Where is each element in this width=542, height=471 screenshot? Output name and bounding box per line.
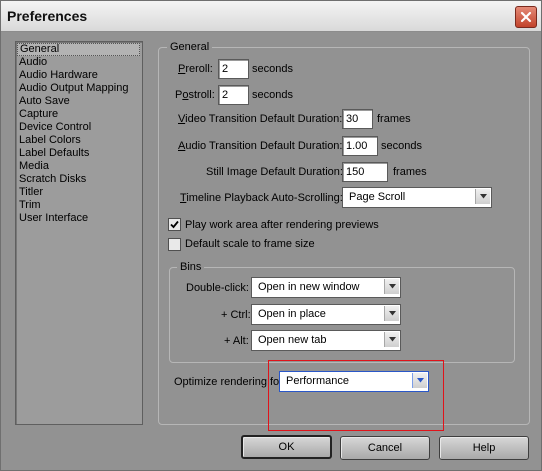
general-legend: General: [167, 41, 213, 53]
annotation-highlight: [268, 360, 444, 431]
close-icon: [520, 11, 532, 23]
category-item[interactable]: Label Defaults: [16, 147, 142, 160]
close-button[interactable]: [515, 6, 537, 28]
preroll-label: Preroll:: [178, 63, 213, 75]
video-transition-input[interactable]: 30: [342, 109, 373, 129]
postroll-label: Postroll:: [175, 89, 215, 101]
category-item[interactable]: Audio: [16, 56, 142, 69]
category-item[interactable]: Scratch Disks: [16, 173, 142, 186]
default-scale-label: Default scale to frame size: [185, 238, 315, 250]
category-item[interactable]: Device Control: [16, 121, 142, 134]
chevron-down-icon[interactable]: [475, 189, 490, 204]
category-item[interactable]: Trim: [16, 199, 142, 212]
ctrl-select[interactable]: Open in place: [251, 304, 401, 325]
still-image-unit: frames: [393, 166, 427, 178]
category-item[interactable]: Media: [16, 160, 142, 173]
ok-button[interactable]: OK: [241, 435, 332, 459]
timeline-scroll-value: Page Scroll: [349, 191, 406, 203]
timeline-scroll-label: Timeline Playback Auto-Scrolling:: [180, 192, 343, 204]
ctrl-value: Open in place: [258, 308, 326, 320]
postroll-unit: seconds: [252, 89, 293, 101]
preroll-unit: seconds: [252, 63, 293, 75]
category-item[interactable]: Capture: [16, 108, 142, 121]
audio-transition-input[interactable]: 1.00: [342, 136, 378, 156]
category-item[interactable]: User Interface: [16, 212, 142, 225]
category-item[interactable]: Titler: [16, 186, 142, 199]
bins-legend: Bins: [177, 261, 205, 273]
timeline-scroll-select[interactable]: Page Scroll: [342, 187, 492, 208]
still-image-input[interactable]: 150: [342, 162, 388, 182]
audio-transition-unit: seconds: [381, 140, 422, 152]
category-item[interactable]: Label Colors: [16, 134, 142, 147]
category-item[interactable]: Audio Output Mapping: [16, 82, 142, 95]
alt-value: Open new tab: [258, 334, 327, 346]
video-transition-unit: frames: [377, 113, 411, 125]
double-click-select[interactable]: Open in new window: [251, 277, 401, 298]
cancel-button[interactable]: Cancel: [340, 436, 430, 460]
audio-transition-label: Audio Transition Default Duration:: [178, 140, 343, 152]
alt-select[interactable]: Open new tab: [251, 330, 401, 351]
play-work-area-label: Play work area after rendering previews: [185, 219, 379, 231]
video-transition-label: Video Transition Default Duration:: [178, 113, 343, 125]
chevron-down-icon[interactable]: [384, 332, 399, 347]
postroll-input[interactable]: 2: [218, 85, 249, 105]
still-image-label: Still Image Default Duration:: [206, 166, 343, 178]
category-item[interactable]: Audio Hardware: [16, 69, 142, 82]
help-button[interactable]: Help: [439, 436, 529, 460]
chevron-down-icon[interactable]: [384, 306, 399, 321]
title-bar[interactable]: Preferences: [1, 1, 541, 32]
category-list[interactable]: General Audio Audio Hardware Audio Output M…: [15, 41, 143, 425]
double-click-label: Double-click:: [186, 282, 249, 294]
category-item[interactable]: Auto Save: [16, 95, 142, 108]
default-scale-checkbox[interactable]: [168, 238, 181, 251]
chevron-down-icon[interactable]: [384, 279, 399, 294]
window-title: Preferences: [7, 8, 88, 24]
checkmark-icon: [170, 220, 179, 229]
alt-label: + Alt:: [224, 335, 249, 347]
preferences-dialog: Preferences General Audio Audio Hardware Au…: [0, 0, 542, 471]
preroll-input[interactable]: 2: [218, 59, 249, 79]
category-item[interactable]: General: [17, 43, 140, 56]
play-work-area-checkbox[interactable]: [168, 218, 181, 231]
ctrl-label: + Ctrl:: [221, 309, 251, 321]
double-click-value: Open in new window: [258, 281, 360, 293]
